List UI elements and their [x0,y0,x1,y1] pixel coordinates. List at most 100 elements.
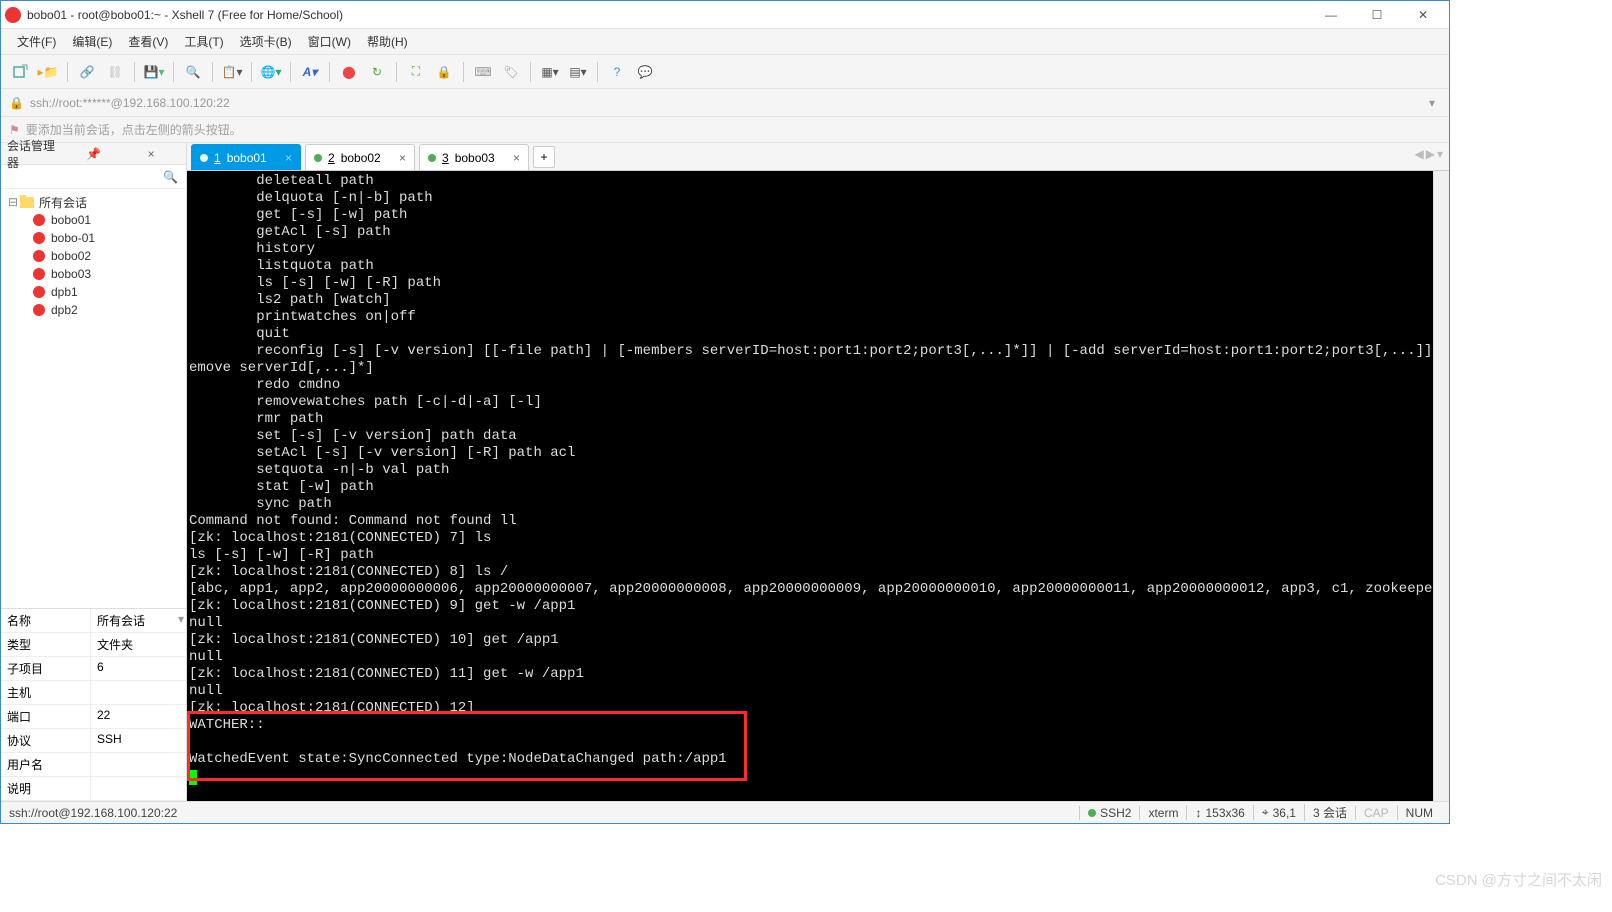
menu-view[interactable]: 查看(V) [120,29,176,54]
chat-icon[interactable]: 💬 [634,61,656,83]
help-icon[interactable]: ? [606,61,628,83]
menubar: 文件(F) 编辑(E) 查看(V) 工具(T) 选项卡(B) 窗口(W) 帮助(… [1,29,1449,55]
menu-tabs[interactable]: 选项卡(B) [232,29,300,54]
keyboard-icon[interactable]: ⌨ [472,61,494,83]
prop-key: 用户名 [1,753,91,776]
tree-item[interactable]: bobo01 [7,211,180,229]
separator [463,62,464,82]
folder-icon[interactable]: ▸📁 [37,61,59,83]
terminal[interactable]: deleteall path delquota [-n|-b] path get… [187,171,1433,801]
menu-edit[interactable]: 编辑(E) [64,29,120,54]
tab-bobo03[interactable]: 3bobo03× [419,144,529,170]
prop-value: 所有会话 [91,609,172,632]
status-term: xterm [1139,806,1186,820]
stop-icon[interactable]: ⬤ [338,61,360,83]
status-dot-icon [428,154,436,162]
address-bar: 🔒 ▾ [1,89,1449,117]
status-caps: CAP [1355,806,1397,820]
prop-value: SSH [91,729,186,752]
menu-tools[interactable]: 工具(T) [176,29,231,54]
separator [134,62,135,82]
tab-close-icon[interactable]: × [285,151,292,165]
collapse-icon[interactable]: ⊟ [7,195,19,209]
flag-icon: ⚑ [9,123,20,137]
status-pos: 36,1 [1273,806,1296,820]
address-input[interactable] [30,96,1423,110]
status-num: NUM [1397,806,1441,820]
layout-icon[interactable]: ▤▾ [567,61,589,83]
tab-bar: 1bobo01× 2bobo02× 3bobo03× + ◀▶▾ [187,143,1449,171]
sidebar-close-icon[interactable]: × [122,147,180,161]
status-sessions: 3 会话 [1304,804,1355,821]
tree-root-label: 所有会话 [39,194,87,211]
prop-value [91,777,186,800]
tag-icon[interactable]: 🏷 [500,61,522,83]
prop-key: 主机 [1,681,91,704]
sidebar-search[interactable]: 🔍 [1,165,186,189]
prop-key: 协议 [1,729,91,752]
tab-close-icon[interactable]: × [399,151,406,165]
tab-list-icon[interactable]: ▾ [1437,147,1443,161]
tab-bobo01[interactable]: 1bobo01× [191,144,301,170]
separator [597,62,598,82]
status-size: 153x36 [1205,806,1244,820]
menu-file[interactable]: 文件(F) [9,29,64,54]
tree-item[interactable]: bobo03 [7,265,180,283]
tab-close-icon[interactable]: × [513,151,520,165]
session-icon [33,268,45,280]
menu-help[interactable]: 帮助(H) [359,29,416,54]
globe-icon[interactable]: 🌐▾ [260,61,282,83]
vertical-scrollbar[interactable] [1433,171,1449,801]
separator [530,62,531,82]
hint-bar: ⚑ 要添加当前会话，点击左侧的箭头按钮。 [1,117,1449,143]
size-icon: ↕ [1195,806,1201,820]
prop-key: 端口 [1,705,91,728]
main-area: 1bobo01× 2bobo02× 3bobo03× + ◀▶▾ deletea… [187,143,1449,801]
tree-item[interactable]: dpb2 [7,301,180,319]
session-icon [33,304,45,316]
session-manager-panel: 会话管理器 📌 × 🔍 ⊟ 所有会话 bobo01 bobo-01 bobo02… [1,143,187,801]
tree-root[interactable]: ⊟ 所有会话 [7,193,180,211]
folder-icon [20,197,34,208]
link-icon[interactable]: 🔗 [76,61,98,83]
prop-value [91,753,186,776]
separator [290,62,291,82]
menu-window[interactable]: 窗口(W) [300,29,359,54]
new-session-icon[interactable] [9,61,31,83]
new-tab-button[interactable]: + [533,146,555,168]
search-icon[interactable]: 🔍 [182,61,204,83]
lock-small-icon: 🔒 [9,96,24,110]
grid-icon[interactable]: ▦▾ [539,61,561,83]
separator [251,62,252,82]
prop-value [91,681,186,704]
prop-key: 类型 [1,633,91,656]
copy-icon[interactable]: 📋▾ [221,61,243,83]
minimize-button[interactable]: — [1309,3,1353,27]
lock-icon[interactable]: 🔒 [433,61,455,83]
tree-item[interactable]: bobo-01 [7,229,180,247]
prop-value: 文件夹 [91,633,186,656]
titlebar: bobo01 - root@bobo01:~ - Xshell 7 (Free … [1,1,1449,29]
maximize-button[interactable]: ☐ [1355,3,1399,27]
unlink-icon[interactable]: ⛓ [104,61,126,83]
tab-next-icon[interactable]: ▶ [1426,147,1435,161]
tab-prev-icon[interactable]: ◀ [1415,147,1424,161]
tab-bobo02[interactable]: 2bobo02× [305,144,415,170]
pin-icon[interactable]: 📌 [65,147,123,161]
fullscreen-icon[interactable]: ⛶ [405,61,427,83]
cursor-icon: ⌖ [1262,805,1269,820]
tree-item[interactable]: bobo02 [7,247,180,265]
font-icon[interactable]: A▾ [299,61,321,83]
prop-value: 22 [91,705,186,728]
address-dropdown-icon[interactable]: ▾ [1423,96,1441,110]
close-button[interactable]: ✕ [1401,3,1445,27]
hint-text: 要添加当前会话，点击左侧的箭头按钮。 [26,121,242,138]
toolbar: ▸📁 🔗 ⛓ 💾▾ 🔍 📋▾ 🌐▾ A▾ ⬤ ↻ ⛶ 🔒 ⌨ 🏷 ▦▾ ▤▾ ?… [1,55,1449,89]
save-icon[interactable]: 💾▾ [143,61,165,83]
session-icon [33,286,45,298]
refresh-icon[interactable]: ↻ [366,61,388,83]
tree-item[interactable]: dpb1 [7,283,180,301]
prop-key: 名称 [1,609,91,632]
app-icon [5,7,21,23]
magnifier-icon: 🔍 [163,170,178,184]
